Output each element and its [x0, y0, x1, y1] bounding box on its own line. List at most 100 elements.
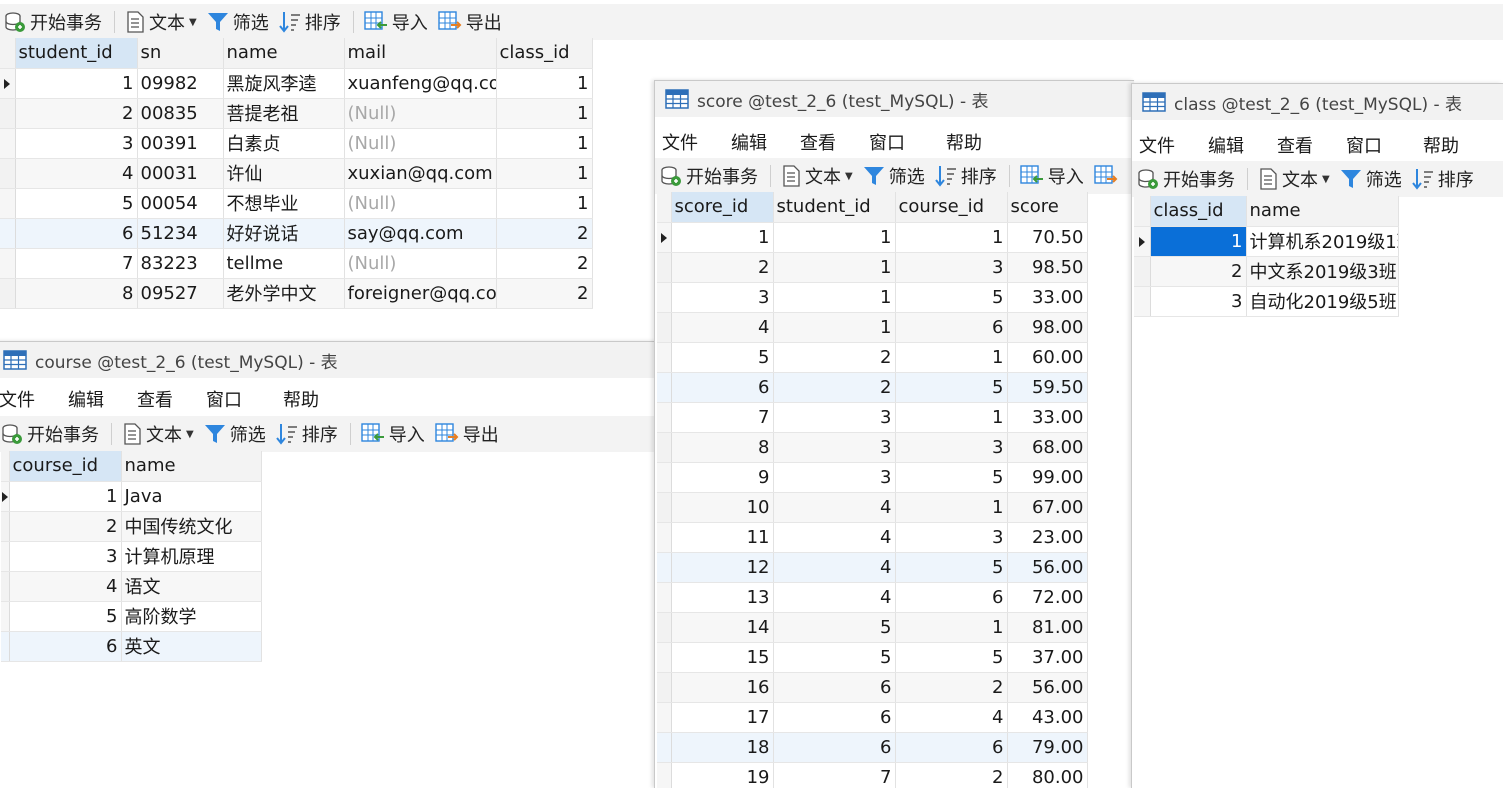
table-row[interactable]: 2 00835 菩提老祖 (Null) 1	[0, 98, 593, 129]
text-button[interactable]: 文本 ▼	[122, 421, 194, 447]
cell-student-id[interactable]: 4	[15, 158, 138, 189]
cell-course-id[interactable]: 4	[9, 571, 122, 602]
filter-button[interactable]: 筛选	[863, 163, 925, 189]
row-indicator[interactable]	[0, 98, 16, 129]
column-header-name[interactable]: name	[121, 451, 262, 482]
menu-view[interactable]: 查看	[1277, 132, 1313, 158]
cell-course-id[interactable]: 1	[895, 342, 1008, 373]
cell-name[interactable]: 中国传统文化	[121, 511, 262, 542]
table-row[interactable]: 9 3 5 99.00	[657, 462, 1088, 493]
row-indicator[interactable]	[657, 432, 672, 463]
cell-score-id[interactable]: 8	[671, 432, 774, 463]
menu-help[interactable]: 帮助	[1423, 132, 1459, 158]
cell-course-id[interactable]: 6	[895, 312, 1008, 343]
import-button[interactable]: 导入	[364, 9, 428, 35]
cell-score[interactable]: 98.00	[1007, 312, 1088, 343]
cell-name[interactable]: 不想毕业	[223, 188, 345, 219]
cell-course-id[interactable]: 5	[895, 552, 1008, 583]
cell-course-id[interactable]: 2	[895, 672, 1008, 703]
table-row[interactable]: 10 4 1 67.00	[657, 492, 1088, 523]
cell-course-id[interactable]: 5	[9, 601, 122, 632]
begin-transaction-button[interactable]: 开始事务	[1, 421, 99, 447]
export-button[interactable]	[1094, 165, 1122, 187]
cell-score-id[interactable]: 6	[671, 372, 774, 403]
row-indicator[interactable]	[1134, 226, 1151, 257]
cell-student-id[interactable]: 1	[773, 282, 896, 313]
cell-score-id[interactable]: 9	[671, 462, 774, 493]
table-row[interactable]: 3 自动化2019级5班	[1134, 286, 1399, 317]
cell-score[interactable]: 33.00	[1007, 282, 1088, 313]
export-button[interactable]: 导出	[435, 421, 499, 447]
cell-name[interactable]: 菩提老祖	[223, 98, 345, 129]
cell-score[interactable]: 79.00	[1007, 732, 1088, 763]
cell-class-id[interactable]: 1	[496, 68, 593, 99]
cell-score[interactable]: 59.50	[1007, 372, 1088, 403]
cell-name[interactable]: 中文系2019级3班	[1246, 256, 1399, 287]
cell-score-id[interactable]: 15	[671, 642, 774, 673]
cell-student-id[interactable]: 6	[773, 732, 896, 763]
row-indicator[interactable]	[1, 601, 10, 632]
begin-transaction-button[interactable]: 开始事务	[4, 9, 102, 35]
table-row[interactable]: 8 09527 老外学中文 foreigner@qq.co 2	[0, 278, 593, 309]
cell-student-id[interactable]: 5	[773, 642, 896, 673]
row-indicator[interactable]	[1134, 256, 1151, 287]
cell-mail[interactable]: (Null)	[344, 98, 497, 129]
menu-view[interactable]: 查看	[137, 386, 173, 412]
cell-score-id[interactable]: 19	[671, 762, 774, 788]
cell-course-id[interactable]: 1	[895, 402, 1008, 433]
cell-score-id[interactable]: 12	[671, 552, 774, 583]
cell-student-id[interactable]: 6	[773, 702, 896, 733]
cell-name[interactable]: 计算机原理	[121, 541, 262, 572]
cell-score-id[interactable]: 3	[671, 282, 774, 313]
cell-course-id[interactable]: 1	[9, 481, 122, 512]
sort-button[interactable]: 排序	[276, 421, 338, 447]
menu-file[interactable]: 文件	[662, 129, 698, 155]
row-indicator[interactable]	[657, 342, 672, 373]
menu-window[interactable]: 窗口	[869, 129, 905, 155]
table-row[interactable]: 2 中文系2019级3班	[1134, 256, 1399, 287]
cell-class-id[interactable]: 2	[1150, 256, 1247, 287]
table-row[interactable]: 5 2 1 60.00	[657, 342, 1088, 373]
cell-student-id[interactable]: 3	[773, 402, 896, 433]
cell-student-id[interactable]: 1	[773, 312, 896, 343]
cell-mail[interactable]: (Null)	[344, 128, 497, 159]
cell-class-id[interactable]: 1	[1150, 226, 1247, 257]
cell-name[interactable]: 好好说话	[223, 218, 345, 249]
cell-class-id[interactable]: 3	[1150, 286, 1247, 317]
cell-student-id[interactable]: 4	[773, 552, 896, 583]
row-indicator[interactable]	[657, 462, 672, 493]
filter-button[interactable]: 筛选	[1340, 166, 1402, 192]
row-indicator[interactable]	[0, 188, 16, 219]
table-row[interactable]: 15 5 5 37.00	[657, 642, 1088, 673]
column-header-course-id[interactable]: course_id	[895, 192, 1008, 223]
cell-name[interactable]: 老外学中文	[223, 278, 345, 309]
cell-name[interactable]: 计算机系2019级1班	[1246, 226, 1399, 257]
cell-course-id[interactable]: 4	[895, 702, 1008, 733]
table-row[interactable]: 6 英文	[1, 631, 262, 662]
cell-student-id[interactable]: 5	[15, 188, 138, 219]
table-row[interactable]: 13 4 6 72.00	[657, 582, 1088, 613]
cell-sn[interactable]: 00835	[137, 98, 224, 129]
cell-score-id[interactable]: 2	[671, 252, 774, 283]
cell-course-id[interactable]: 1	[895, 492, 1008, 523]
cell-score[interactable]: 23.00	[1007, 522, 1088, 553]
row-indicator[interactable]	[657, 762, 672, 788]
cell-student-id[interactable]: 8	[15, 278, 138, 309]
begin-transaction-button[interactable]: 开始事务	[660, 163, 758, 189]
cell-course-id[interactable]: 5	[895, 462, 1008, 493]
row-indicator[interactable]	[1, 541, 10, 572]
cell-name[interactable]: tellme	[223, 248, 345, 279]
menu-window[interactable]: 窗口	[206, 386, 242, 412]
cell-student-id[interactable]: 3	[773, 462, 896, 493]
cell-score[interactable]: 33.00	[1007, 402, 1088, 433]
row-indicator[interactable]	[0, 68, 16, 99]
column-header-class-id[interactable]: class_id	[1150, 196, 1247, 227]
cell-student-id[interactable]: 1	[773, 252, 896, 283]
cell-score-id[interactable]: 11	[671, 522, 774, 553]
row-indicator[interactable]	[657, 492, 672, 523]
cell-score[interactable]: 67.00	[1007, 492, 1088, 523]
cell-class-id[interactable]: 1	[496, 188, 593, 219]
cell-score[interactable]: 56.00	[1007, 552, 1088, 583]
cell-class-id[interactable]: 2	[496, 278, 593, 309]
table-row[interactable]: 16 6 2 56.00	[657, 672, 1088, 703]
